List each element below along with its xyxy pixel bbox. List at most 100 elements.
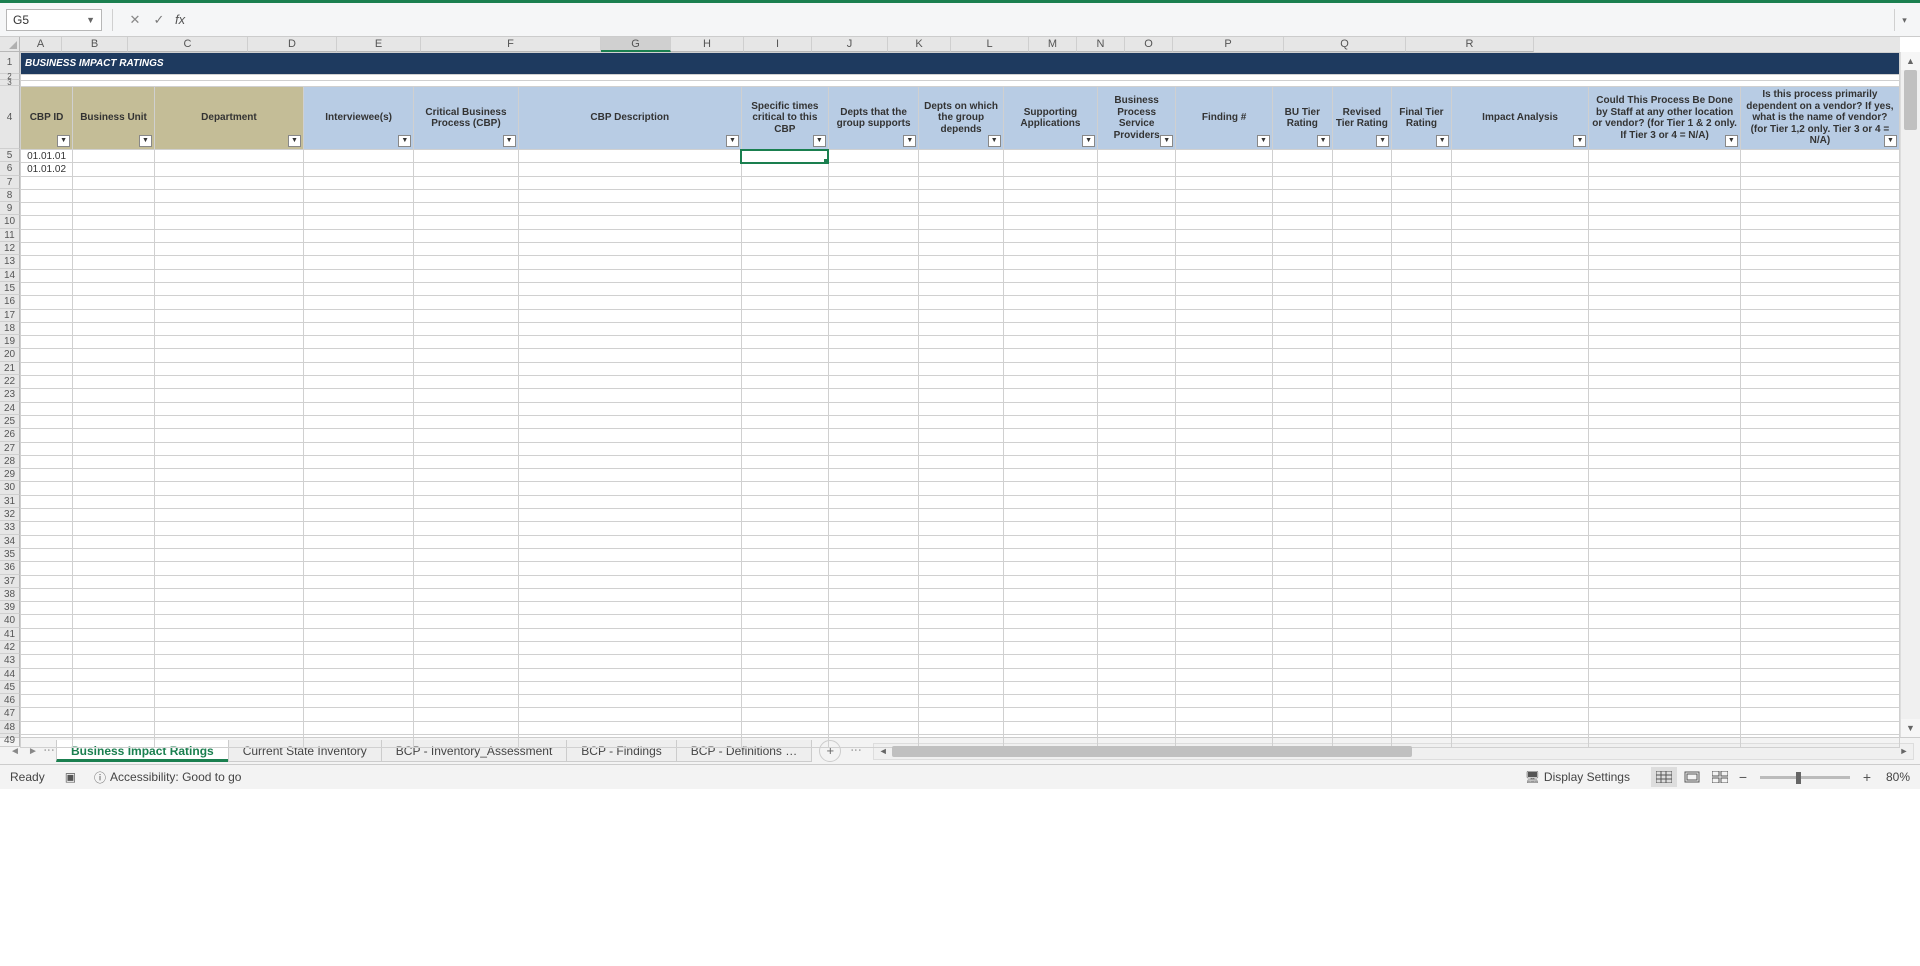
cell-K32[interactable] xyxy=(1098,509,1176,522)
cell-J43[interactable] xyxy=(1003,655,1097,668)
cell-F46[interactable] xyxy=(518,695,741,708)
cell-Q47[interactable] xyxy=(1589,708,1740,721)
cell-C35[interactable] xyxy=(155,548,304,561)
cell-A9[interactable] xyxy=(21,203,73,216)
cell-N26[interactable] xyxy=(1332,429,1392,442)
row-header-39[interactable]: 39 xyxy=(0,601,20,614)
zoom-out-button[interactable]: − xyxy=(1734,769,1752,785)
cell-P26[interactable] xyxy=(1451,429,1589,442)
cell-A8[interactable] xyxy=(21,189,73,202)
cell-A17[interactable] xyxy=(21,309,73,322)
cell-O31[interactable] xyxy=(1392,495,1452,508)
cell-F11[interactable] xyxy=(518,229,741,242)
cell-N41[interactable] xyxy=(1332,628,1392,641)
row-header-35[interactable]: 35 xyxy=(0,548,20,561)
cell-F35[interactable] xyxy=(518,548,741,561)
cell-O45[interactable] xyxy=(1392,681,1452,694)
cell-N23[interactable] xyxy=(1332,389,1392,402)
cell-A13[interactable] xyxy=(21,256,73,269)
cell-E35[interactable] xyxy=(414,548,518,561)
column-header-G[interactable]: G xyxy=(601,37,671,52)
cell-G7[interactable] xyxy=(741,176,828,189)
cell-M23[interactable] xyxy=(1273,389,1333,402)
cell-J40[interactable] xyxy=(1003,615,1097,628)
cell-H24[interactable] xyxy=(828,402,919,415)
cell-P36[interactable] xyxy=(1451,562,1589,575)
cell-D46[interactable] xyxy=(303,695,413,708)
cell-I28[interactable] xyxy=(919,455,1003,468)
row-header-14[interactable]: 14 xyxy=(0,269,20,282)
cell-Q38[interactable] xyxy=(1589,588,1740,601)
cell-G43[interactable] xyxy=(741,655,828,668)
cell-Q13[interactable] xyxy=(1589,256,1740,269)
cell-A25[interactable] xyxy=(21,415,73,428)
cell-M17[interactable] xyxy=(1273,309,1333,322)
cell-I35[interactable] xyxy=(919,548,1003,561)
cell-J14[interactable] xyxy=(1003,269,1097,282)
cell-F27[interactable] xyxy=(518,442,741,455)
row-header-49[interactable]: 49 xyxy=(0,734,20,747)
cell-L37[interactable] xyxy=(1176,575,1273,588)
cell-G41[interactable] xyxy=(741,628,828,641)
cell-A7[interactable] xyxy=(21,176,73,189)
cell-H20[interactable] xyxy=(828,349,919,362)
cell-B28[interactable] xyxy=(73,455,155,468)
cell-L24[interactable] xyxy=(1176,402,1273,415)
cell-Q25[interactable] xyxy=(1589,415,1740,428)
cell-G23[interactable] xyxy=(741,389,828,402)
cell-H44[interactable] xyxy=(828,668,919,681)
cell-J31[interactable] xyxy=(1003,495,1097,508)
cell-E44[interactable] xyxy=(414,668,518,681)
cell-N37[interactable] xyxy=(1332,575,1392,588)
cell-F25[interactable] xyxy=(518,415,741,428)
cell-O15[interactable] xyxy=(1392,282,1452,295)
cell-B21[interactable] xyxy=(73,362,155,375)
cell-K12[interactable] xyxy=(1098,243,1176,256)
cell-G14[interactable] xyxy=(741,269,828,282)
cell-E38[interactable] xyxy=(414,588,518,601)
cell-A36[interactable] xyxy=(21,562,73,575)
cell-J32[interactable] xyxy=(1003,509,1097,522)
cell-E37[interactable] xyxy=(414,575,518,588)
cell-F24[interactable] xyxy=(518,402,741,415)
cell-E15[interactable] xyxy=(414,282,518,295)
cell-B16[interactable] xyxy=(73,296,155,309)
cell-D8[interactable] xyxy=(303,189,413,202)
cell-P40[interactable] xyxy=(1451,615,1589,628)
cell-A15[interactable] xyxy=(21,282,73,295)
cell-M24[interactable] xyxy=(1273,402,1333,415)
cell-K42[interactable] xyxy=(1098,641,1176,654)
name-box[interactable]: G5 ▼ xyxy=(6,9,102,31)
column-header-F[interactable]: F xyxy=(421,37,601,52)
cell-K20[interactable] xyxy=(1098,349,1176,362)
cell-G17[interactable] xyxy=(741,309,828,322)
display-settings-icon[interactable]: 🖥 xyxy=(1525,770,1540,784)
cell-H14[interactable] xyxy=(828,269,919,282)
cell-M14[interactable] xyxy=(1273,269,1333,282)
cell-J19[interactable] xyxy=(1003,336,1097,349)
cell-P46[interactable] xyxy=(1451,695,1589,708)
cell-N7[interactable] xyxy=(1332,176,1392,189)
cell-L18[interactable] xyxy=(1176,322,1273,335)
column-header-K[interactable]: K xyxy=(888,37,951,52)
cell-L6[interactable] xyxy=(1176,163,1273,176)
cell-D32[interactable] xyxy=(303,509,413,522)
cell-E26[interactable] xyxy=(414,429,518,442)
cell-C18[interactable] xyxy=(155,322,304,335)
cell-M38[interactable] xyxy=(1273,588,1333,601)
cell-M34[interactable] xyxy=(1273,535,1333,548)
cell-N33[interactable] xyxy=(1332,522,1392,535)
cell-C26[interactable] xyxy=(155,429,304,442)
cell-P23[interactable] xyxy=(1451,389,1589,402)
cell-L40[interactable] xyxy=(1176,615,1273,628)
cell-M11[interactable] xyxy=(1273,229,1333,242)
cell-N16[interactable] xyxy=(1332,296,1392,309)
cell-D22[interactable] xyxy=(303,376,413,389)
cell-D33[interactable] xyxy=(303,522,413,535)
cell-I40[interactable] xyxy=(919,615,1003,628)
cell-J29[interactable] xyxy=(1003,469,1097,482)
cell-O34[interactable] xyxy=(1392,535,1452,548)
cell-O27[interactable] xyxy=(1392,442,1452,455)
cell-H15[interactable] xyxy=(828,282,919,295)
cell-R6[interactable] xyxy=(1740,163,1899,176)
